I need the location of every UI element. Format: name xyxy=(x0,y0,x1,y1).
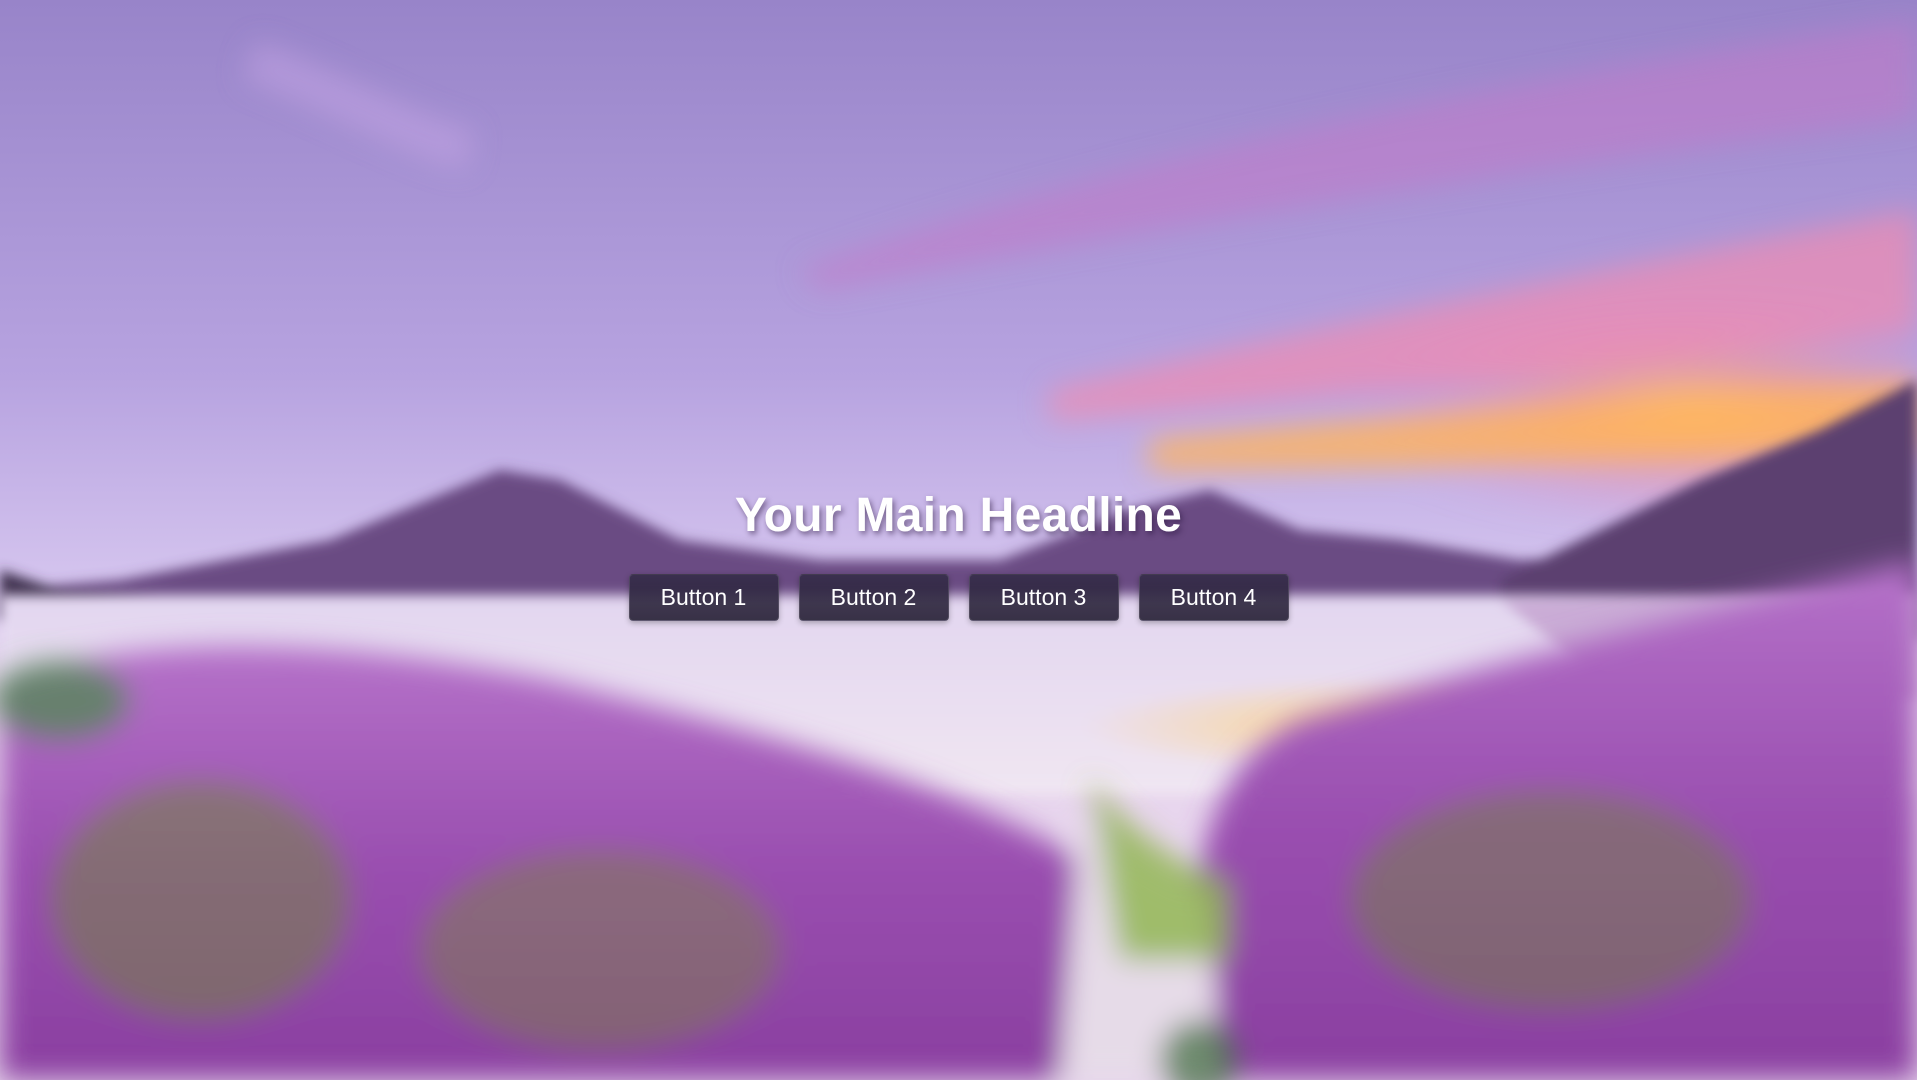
hero-content: Your Main Headline Button 1 Button 2 But… xyxy=(0,480,1917,621)
hero-section: Your Main Headline Button 1 Button 2 But… xyxy=(0,0,1917,1080)
button-4[interactable]: Button 4 xyxy=(1138,574,1289,621)
button-2[interactable]: Button 2 xyxy=(798,574,949,621)
button-group: Button 1 Button 2 Button 3 Button 4 xyxy=(628,574,1289,621)
button-1[interactable]: Button 1 xyxy=(628,574,779,621)
main-headline: Your Main Headline xyxy=(734,489,1183,542)
button-3[interactable]: Button 3 xyxy=(968,574,1119,621)
